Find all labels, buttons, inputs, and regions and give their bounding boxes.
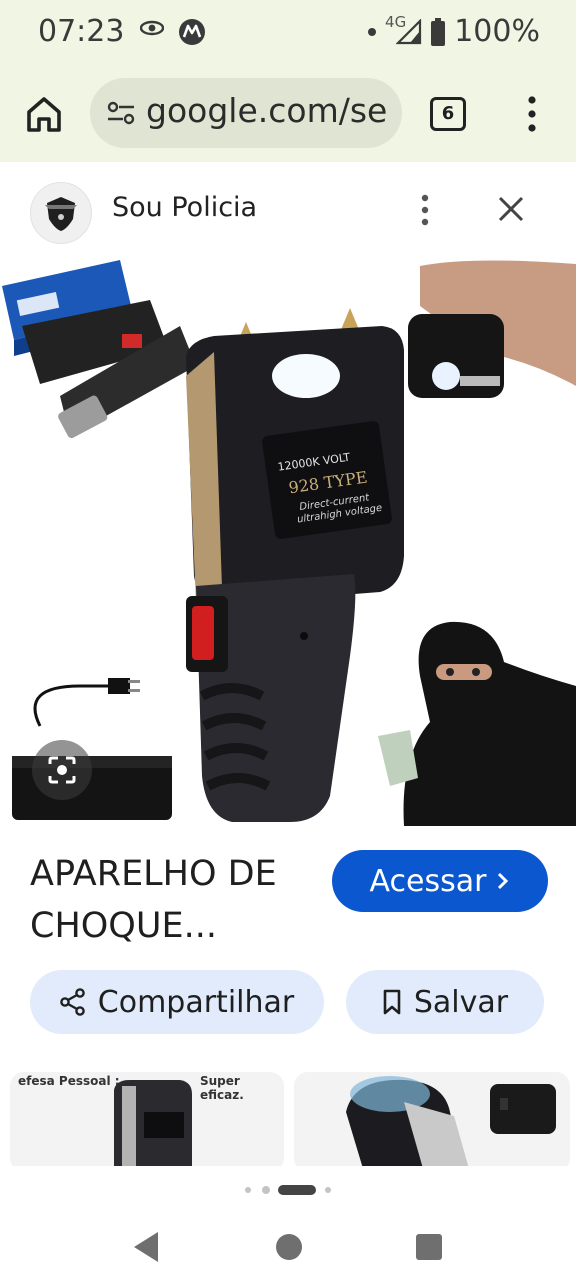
title-line-1: APARELHO DE [30,854,277,894]
result-options-button[interactable] [416,192,434,228]
title-line-2: CHOQUE... [30,906,217,946]
home-icon [27,97,61,132]
recents-icon [416,1234,442,1260]
police-badge-icon [45,197,77,231]
related-images: efesa Pessoal : Super eficaz. [0,1066,576,1166]
home-circle-icon [276,1234,302,1260]
url-text: google.com/se [146,91,388,130]
address-bar[interactable]: google.com/se [90,78,402,148]
bookmark-icon [383,989,401,1015]
page-dot-active [278,1185,316,1195]
network-type: 4G [385,12,407,31]
battery-level: 100% [454,14,540,49]
eye-icon [139,18,165,42]
result-title[interactable]: APARELHO DE CHOQUE... [30,848,320,952]
browser-toolbar: google.com/se 6 [0,66,576,162]
share-label: Compartilhar [97,984,295,1020]
more-vert-icon [528,96,536,132]
chevron-right-icon [498,872,509,890]
system-nav-bar [0,1210,576,1280]
battery-icon [431,17,446,46]
back-icon [134,1232,158,1262]
image-pagination [0,1180,576,1200]
masked-person [378,621,576,826]
more-vert-icon [421,194,429,226]
access-label: Acessar [369,863,487,899]
close-icon [498,196,524,222]
home-button[interactable] [22,92,66,136]
access-button[interactable]: Acessar [332,850,548,912]
home-nav-button[interactable] [276,1234,302,1260]
save-label: Salvar [413,984,509,1020]
related-thumb-2[interactable] [294,1072,570,1166]
page-dot [262,1186,270,1194]
stun-gun-thumb [114,1080,192,1166]
dot-icon [368,27,377,36]
related-thumb-1[interactable]: efesa Pessoal : Super eficaz. [10,1072,284,1166]
recents-button[interactable] [416,1234,442,1260]
browser-menu-button[interactable] [522,92,542,136]
share-button[interactable]: Compartilhar [30,970,324,1034]
boxed-stun-gun [2,260,196,439]
stun-gun-thumb-2 [346,1076,556,1166]
site-name: Sou Policia [112,192,258,223]
result-header: Sou Policia [0,162,576,256]
stun-gun-body: 12000K VOLT 928 TYPE Direct-current ultr… [186,308,404,822]
site-settings-icon[interactable] [106,100,136,130]
lens-search-button[interactable] [32,740,92,800]
page-dot [245,1187,251,1193]
hand-with-device [408,260,576,398]
site-logo [30,182,92,244]
status-time: 07:23 [38,14,125,49]
tab-switcher-button[interactable]: 6 [430,97,466,131]
motorola-icon [178,18,206,50]
close-button[interactable] [496,194,526,224]
back-button[interactable] [134,1232,158,1262]
status-indicators: 4G 100% [367,12,540,49]
status-bar: 07:23 4G 100% [0,0,576,66]
share-icon [59,988,85,1016]
page-dot [325,1187,331,1193]
save-button[interactable]: Salvar [346,970,544,1034]
google-lens-icon [48,756,76,784]
